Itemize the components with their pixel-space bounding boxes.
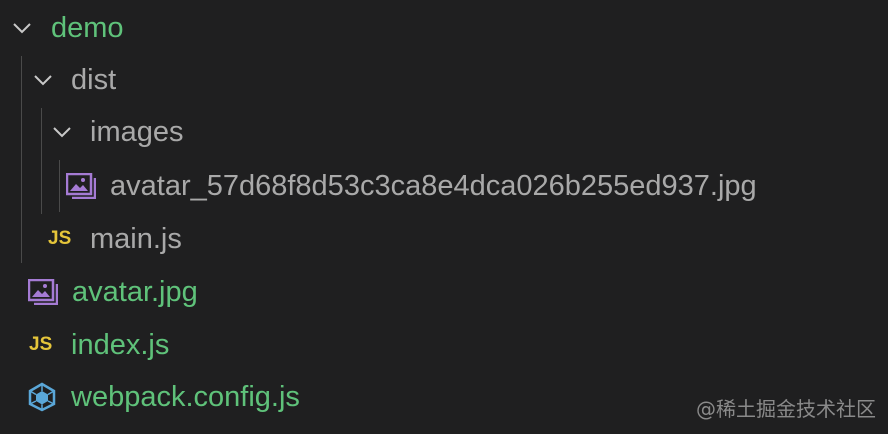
- folder-label: dist: [71, 63, 117, 96]
- chevron-down-icon: [34, 75, 52, 86]
- folder-label: images: [90, 115, 184, 148]
- file-label: avatar.jpg: [72, 275, 198, 308]
- js-file-icon: JS: [29, 334, 53, 355]
- watermark-text: @稀土掘金技术社区: [696, 397, 876, 421]
- tree-item-avatar-jpg-file[interactable]: avatar.jpg: [0, 266, 888, 318]
- folder-label: demo: [51, 11, 124, 44]
- file-label: main.js: [90, 222, 182, 255]
- tree-item-main-js-file[interactable]: JS main.js: [0, 213, 888, 265]
- file-label: avatar_57d68f8d53c3ca8e4dca026b255ed937.…: [110, 169, 757, 202]
- file-explorer-tree: demo dist images avatar_57d68f8d53c3ca8e…: [0, 0, 888, 434]
- file-label: webpack.config.js: [71, 380, 300, 413]
- image-file-icon: [28, 279, 58, 305]
- webpack-icon: [28, 382, 56, 412]
- tree-item-demo-folder[interactable]: demo: [0, 2, 888, 54]
- tree-item-index-js-file[interactable]: JS index.js: [0, 319, 888, 371]
- image-file-icon: [66, 173, 96, 199]
- tree-item-images-folder[interactable]: images: [0, 106, 888, 158]
- tree-item-hashed-image-file[interactable]: avatar_57d68f8d53c3ca8e4dca026b255ed937.…: [0, 160, 888, 212]
- js-file-icon: JS: [48, 228, 72, 249]
- chevron-down-icon: [53, 127, 71, 138]
- file-label: index.js: [71, 328, 170, 361]
- chevron-down-icon: [13, 23, 31, 34]
- tree-item-dist-folder[interactable]: dist: [0, 54, 888, 106]
